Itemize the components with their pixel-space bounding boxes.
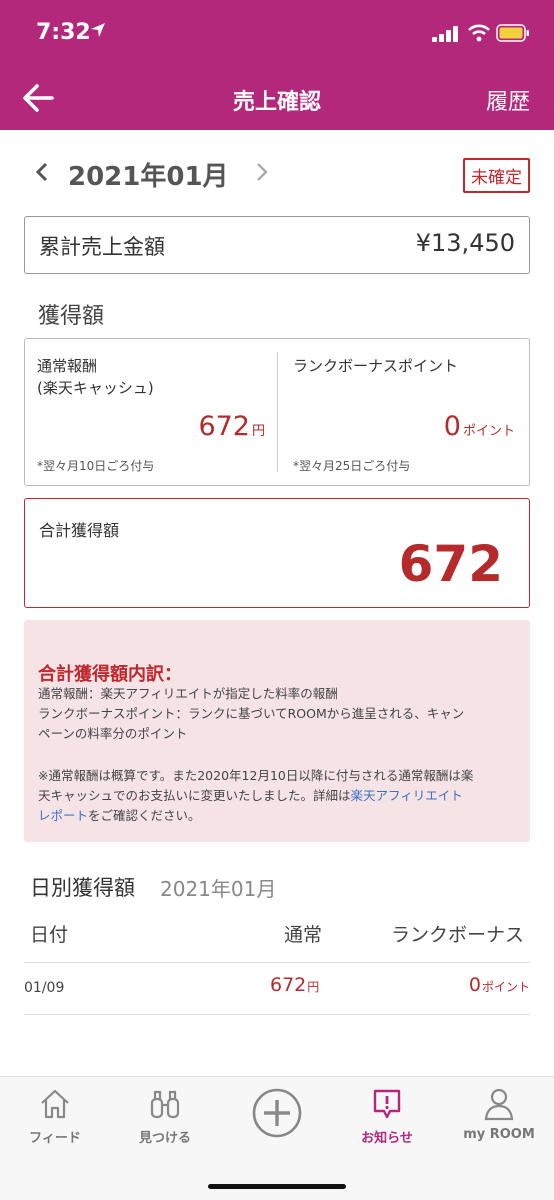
tab-discover-label: 見つける — [138, 1131, 191, 1146]
home-indicator — [208, 1184, 346, 1189]
breakdown-line-normal: 通常報酬：楽天アフィリエイトが指定した料率の報酬 — [38, 686, 338, 701]
row-date: 01/09 — [24, 980, 65, 996]
breakdown-description: 通常報酬：楽天アフィリエイトが指定した料率の報酬 ランクボーナスポイント：ランク… — [38, 684, 518, 744]
column-header-bonus: ランクボーナス — [390, 924, 524, 946]
tab-feed-label: フィード — [29, 1131, 81, 1146]
row-normal-unit: 円 — [307, 980, 320, 994]
total-earnings-label: 合計獲得額 — [39, 521, 120, 540]
column-header-date: 日付 — [30, 924, 69, 946]
normal-reward-note: *翌々月10日ごろ付与 — [37, 459, 155, 473]
normal-reward-unit: 円 — [251, 424, 265, 439]
affiliate-report-link-cont[interactable]: レポート — [38, 808, 88, 823]
bonus-points-label: ランクボーナスポイント — [293, 357, 459, 375]
plus-circle-icon — [252, 1088, 302, 1138]
normal-reward-value: 672 — [198, 411, 250, 442]
total-earnings-value: 672 — [398, 535, 503, 593]
earnings-section-title: 獲得額 — [38, 304, 105, 329]
breakdown-title: 合計獲得額内訳： — [38, 664, 182, 685]
status-badge: 未確定 — [463, 158, 530, 193]
notification-icon — [373, 1089, 401, 1119]
daily-earnings-title: 日別獲得額 — [30, 876, 135, 900]
row-normal: 672円 — [270, 974, 319, 996]
month-label: 2021年01月 — [68, 162, 229, 192]
tab-bar: フィード 見つける お知らせ my ROOM — [0, 1076, 554, 1200]
breakdown-note-line3-text: をご確認ください。 — [88, 808, 201, 823]
tab-notifications-label: お知らせ — [361, 1131, 413, 1146]
tab-my-room[interactable]: my ROOM — [444, 1087, 554, 1167]
tab-feed[interactable]: フィード — [0, 1087, 110, 1167]
bonus-points-amount: 0 ポイント — [444, 411, 515, 442]
cumulative-sales-value: ¥13,450 — [415, 229, 515, 257]
breakdown-info-box: 合計獲得額内訳： 通常報酬：楽天アフィリエイトが指定した料率の報酬 ランクボーナ… — [24, 620, 530, 842]
cumulative-sales-label: 累計売上金額 — [39, 235, 165, 259]
row-normal-value: 672 — [270, 974, 307, 996]
table-divider — [24, 962, 530, 963]
status-bar: 7:32 — [0, 0, 554, 66]
person-icon — [484, 1088, 514, 1121]
battery-icon — [496, 24, 529, 42]
earnings-box: 通常報酬 (楽天キャッシュ) 672 円 *翌々月10日ごろ付与 ランクボーナスポ… — [24, 338, 530, 486]
breakdown-note-line1: ※通常報酬は概算です。また2020年12月10日以降に付与される通常報酬は楽 — [38, 768, 474, 783]
normal-reward-label-line2: (楽天キャッシュ) — [37, 379, 154, 397]
breakdown-note-line2-text: 天キャッシュでのお支払いに変更いたしました。詳細は — [38, 788, 351, 803]
wifi-icon — [468, 24, 490, 42]
page-title: 売上確認 — [232, 90, 321, 115]
tab-discover[interactable]: 見つける — [110, 1087, 220, 1167]
total-earnings-box: 合計獲得額 672 — [24, 498, 530, 608]
cumulative-sales-box: 累計売上金額 ¥13,450 — [24, 216, 530, 274]
affiliate-report-link[interactable]: 楽天アフィリエイト — [351, 788, 463, 803]
breakdown-line-bonus: ランクボーナスポイント：ランクに基づいてROOMから進呈される、キャン — [38, 706, 465, 721]
bonus-points-unit: ポイント — [462, 424, 515, 439]
chevron-right-icon[interactable] — [254, 162, 270, 182]
signal-icon — [432, 26, 458, 42]
tab-add[interactable] — [222, 1087, 332, 1167]
tab-my-room-label: my ROOM — [463, 1127, 535, 1142]
row-bonus-value: 0 — [468, 974, 481, 996]
row-bonus: 0ポイント — [469, 974, 530, 996]
normal-reward-label-line1: 通常報酬 — [37, 357, 98, 375]
binoculars-icon — [150, 1090, 180, 1119]
normal-reward-label: 通常報酬 (楽天キャッシュ) — [37, 355, 154, 399]
tab-notifications[interactable]: お知らせ — [332, 1087, 442, 1167]
home-icon — [41, 1089, 69, 1119]
breakdown-line-bonus-cont: ペーンの料率分のポイント — [38, 726, 188, 741]
bonus-points-value: 0 — [443, 411, 461, 442]
earnings-divider — [277, 353, 278, 471]
table-divider — [24, 1014, 530, 1015]
chevron-left-icon[interactable] — [34, 162, 50, 182]
history-link[interactable]: 履歴 — [486, 84, 530, 116]
location-arrow-icon — [91, 23, 105, 37]
status-time: 7:32 — [36, 20, 91, 45]
breakdown-note-line2: 天キャッシュでのお支払いに変更いたしました。詳細は楽天アフィリエイト — [38, 786, 518, 806]
bonus-points-note: *翌々月25日ごろ付与 — [293, 459, 411, 473]
app-header: 7:32 売上確認 履歴 — [0, 0, 554, 130]
month-selector: 2021年01月 未確定 — [0, 150, 554, 196]
breakdown-note: ※通常報酬は概算です。また2020年12月10日以降に付与される通常報酬は楽 天… — [38, 766, 518, 826]
column-header-normal: 通常 — [284, 924, 323, 946]
breakdown-note-line3: レポートをご確認ください。 — [38, 806, 518, 826]
normal-reward-amount: 672 円 — [198, 411, 265, 442]
daily-earnings-month: 2021年01月 — [160, 877, 277, 901]
row-bonus-unit: ポイント — [481, 980, 530, 994]
